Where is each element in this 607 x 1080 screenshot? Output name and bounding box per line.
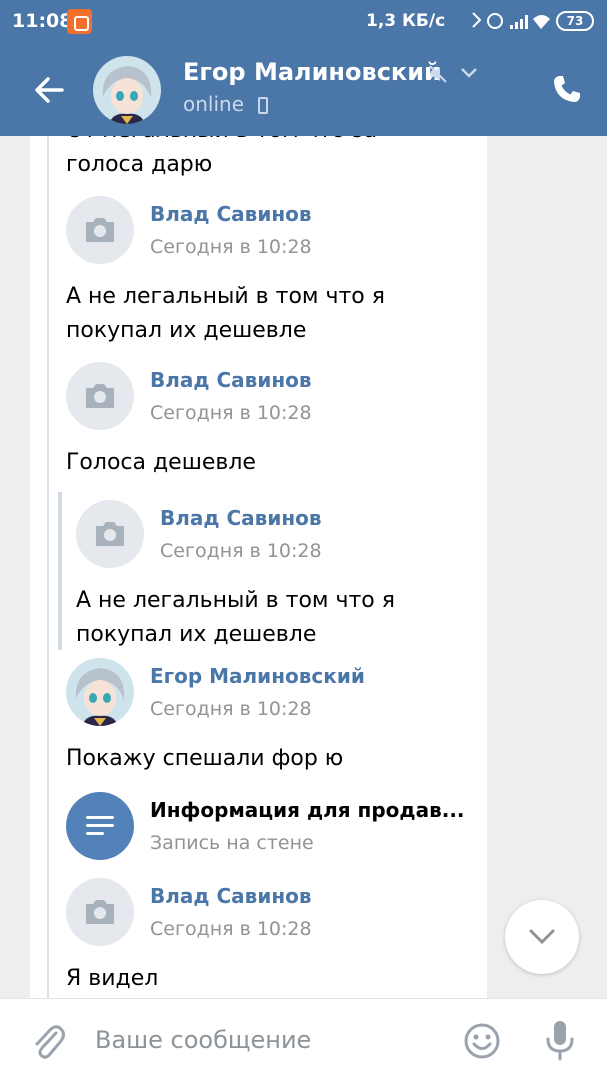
emoji-button[interactable] — [464, 1023, 500, 1059]
message-list[interactable]: От легальный в том что за голоса дарю Вл… — [0, 136, 607, 998]
nested-quote-line — [58, 492, 62, 650]
message-text: А не легальный в том что я — [66, 284, 385, 309]
signal-icon — [510, 15, 528, 29]
wall-post-icon[interactable] — [66, 792, 134, 860]
sender-avatar[interactable] — [66, 878, 134, 946]
sender-avatar[interactable] — [66, 196, 134, 264]
scroll-to-bottom-button[interactable] — [505, 900, 579, 974]
signal-wifi-icons — [472, 12, 550, 29]
message-time: Сегодня в 10:28 — [160, 540, 322, 562]
battery-indicator: 73 — [556, 11, 594, 31]
message-time: Сегодня в 10:28 — [150, 918, 312, 940]
message-time: Сегодня в 10:28 — [150, 698, 312, 720]
online-status: online — [183, 92, 245, 116]
wall-post-subtitle: Запись на стене — [150, 832, 314, 854]
back-button[interactable] — [32, 72, 68, 108]
message-text: покупал их дешевле — [76, 622, 317, 647]
muted-icon — [429, 65, 447, 83]
phone-icon — [554, 76, 580, 102]
notification-icon — [67, 9, 92, 34]
message-text: Голоса дешевле — [66, 450, 256, 475]
anime-avatar-image — [66, 658, 134, 726]
wall-post-title[interactable]: Информация для продав... — [150, 798, 465, 822]
bluetooth-icon — [472, 12, 482, 28]
camera-icon — [86, 218, 114, 242]
contact-name[interactable]: Егор Малиновский — [183, 58, 441, 86]
sender-name[interactable]: Влад Савинов — [150, 368, 312, 392]
system-icons — [470, 9, 550, 38]
alarm-icon — [487, 13, 503, 29]
camera-icon — [96, 522, 124, 546]
sender-avatar[interactable] — [76, 500, 144, 568]
wifi-icon — [533, 15, 550, 29]
message-time: Сегодня в 10:28 — [150, 236, 312, 258]
network-speed: 1,3 КБ/с — [366, 11, 446, 31]
message-text: голоса дарю — [66, 152, 213, 177]
arrow-left-icon — [35, 77, 64, 103]
message-input[interactable] — [95, 1017, 435, 1063]
status-bar: 11:08 1,3 КБ/с 73 — [0, 0, 607, 44]
chevron-down-icon — [529, 929, 555, 945]
camera-icon — [86, 384, 114, 408]
smiley-icon — [464, 1023, 500, 1059]
message-text: А не легальный в том что я — [76, 588, 395, 613]
chevron-down-icon[interactable] — [460, 66, 478, 80]
mobile-device-icon — [258, 97, 268, 114]
paperclip-icon — [35, 1025, 65, 1059]
sender-name[interactable]: Влад Савинов — [150, 884, 312, 908]
sender-avatar[interactable] — [66, 658, 134, 726]
sender-name[interactable]: Влад Савинов — [150, 202, 312, 226]
sender-avatar[interactable] — [66, 362, 134, 430]
camera-icon — [86, 900, 114, 924]
status-time: 11:08 — [12, 10, 73, 32]
voice-message-button[interactable] — [544, 1019, 576, 1061]
anime-avatar-image — [93, 56, 161, 124]
message-text-partial: От легальный в том что за — [66, 136, 377, 148]
message-composer — [0, 998, 607, 1080]
chat-header: Егор Малиновский online — [0, 44, 607, 136]
message-text: Покажу спешали фор ю — [66, 746, 344, 771]
forward-quote-line — [47, 136, 49, 998]
attach-button[interactable] — [30, 1021, 66, 1061]
message-text: Я видел — [66, 966, 159, 991]
message-bubble — [30, 136, 487, 998]
sender-name[interactable]: Влад Савинов — [160, 506, 322, 530]
sender-name[interactable]: Егор Малиновский — [150, 664, 365, 688]
contact-avatar[interactable] — [93, 56, 161, 124]
message-time: Сегодня в 10:28 — [150, 402, 312, 424]
message-text: покупал их дешевле — [66, 318, 307, 343]
microphone-icon — [546, 1021, 574, 1061]
call-button[interactable] — [551, 73, 583, 105]
